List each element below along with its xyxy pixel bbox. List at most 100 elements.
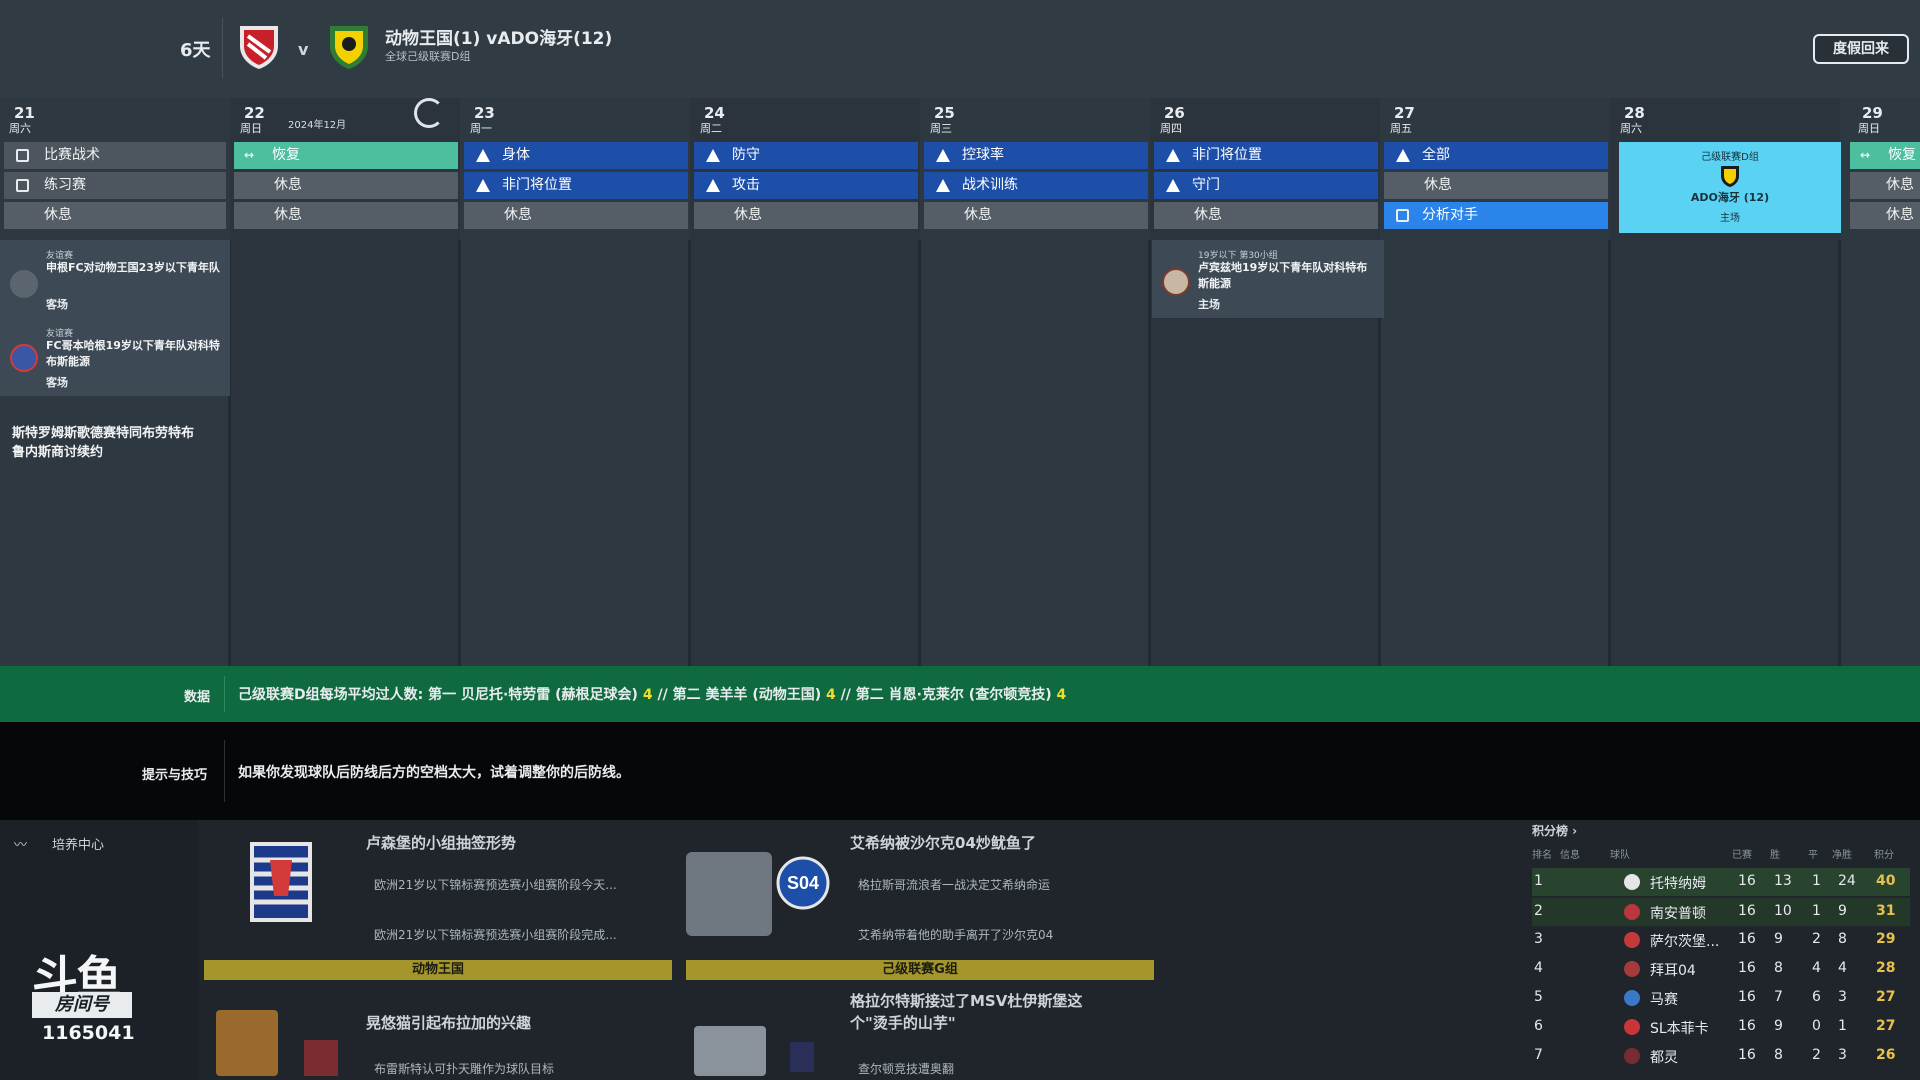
versus-label: v: [298, 40, 309, 59]
standings-title-link[interactable]: 积分榜 ›: [1532, 822, 1577, 839]
standings-row[interactable]: 7 都灵 16 8 2 3 26: [1532, 1042, 1910, 1070]
rank: 6: [1534, 1018, 1543, 1034]
manager-photo[interactable]: [694, 1026, 766, 1076]
youth-match-event[interactable]: 19岁以下 第30小组 卢宾兹地19岁以下青年队对科特布斯能源 主场: [1152, 248, 1382, 318]
news-item[interactable]: 格拉斯哥流浪者一战决定艾希纳命运: [858, 876, 1050, 893]
manager-photo[interactable]: [686, 852, 772, 936]
rank: 4: [1534, 960, 1543, 976]
session-slot[interactable]: 休息: [4, 202, 226, 229]
rank: 5: [1534, 989, 1543, 1005]
braga-crest-icon[interactable]: [304, 1040, 338, 1076]
session-slot[interactable]: 战术训练: [924, 172, 1148, 199]
player-icon: [1396, 149, 1410, 162]
away-team-crest-icon[interactable]: [326, 22, 372, 70]
session-slot[interactable]: 守门: [1154, 172, 1378, 199]
goal-difference: 3: [1838, 989, 1847, 1005]
home-team-crest-icon[interactable]: [236, 22, 282, 70]
session-label: 身体: [502, 147, 530, 163]
session-label: 比赛战术: [44, 147, 100, 163]
news-item[interactable]: 查尔顿竞技遭奥翻: [858, 1060, 954, 1077]
column-separator: [688, 240, 691, 666]
session-slot[interactable]: 全部: [1384, 142, 1608, 169]
played: 16: [1738, 989, 1756, 1005]
standings-row[interactable]: 2 南安普顿 16 10 1 9 31: [1532, 898, 1910, 926]
news-headline[interactable]: 卢森堡的小组抽签形势: [366, 832, 516, 853]
session-label: 防守: [732, 147, 760, 163]
news-item[interactable]: 艾希纳带着他的助手离开了沙尔克04: [858, 926, 1053, 943]
session-slot[interactable]: 休息: [1850, 172, 1920, 199]
league-standings: 积分榜 › 排名 信息 球队 已赛 胜 平 净胜 积分 1 托特纳姆 16 13 1 24…: [1530, 820, 1920, 1080]
session-label: 恢复: [1888, 147, 1916, 163]
draws: 2: [1812, 1047, 1821, 1063]
session-slot[interactable]: ↔ 恢复: [1850, 142, 1920, 169]
session-slot[interactable]: 攻击: [694, 172, 918, 199]
standings-row[interactable]: 5 马赛 16 7 6 3 27: [1532, 984, 1910, 1012]
club-badge-icon: [1624, 874, 1640, 890]
stats-segment: 己级联赛D组每场平均过人数: 第一 贝尼托·特劳雷 (赫根足球会): [238, 687, 643, 703]
news-item[interactable]: 欧洲21岁以下锦标赛预选赛小组赛阶段完成...: [374, 926, 617, 943]
player-photo[interactable]: [216, 1010, 278, 1076]
training-center-link[interactable]: 培养中心: [52, 834, 104, 853]
goal-difference: 8: [1838, 931, 1847, 947]
match-header: 6天 v 动物王国(1) vADO海牙(12) 全球己级联赛D组 度假回来: [0, 0, 1920, 98]
session-slot[interactable]: 分析对手: [1384, 202, 1608, 229]
club-badge-icon: [10, 270, 38, 298]
played: 16: [1738, 1047, 1756, 1063]
session-slot[interactable]: 休息: [234, 202, 458, 229]
return-from-holiday-button[interactable]: 度假回来: [1813, 34, 1909, 64]
club-crest-icon[interactable]: [790, 1042, 814, 1072]
session-slot[interactable]: 练习赛: [4, 172, 226, 199]
news-headline[interactable]: 格拉尔特斯接过了MSV杜伊斯堡这个"烫手的山芋": [850, 990, 1120, 1034]
session-label: 休息: [964, 207, 992, 223]
session-slot[interactable]: 非门将位置: [1154, 142, 1378, 169]
session-slot[interactable]: 防守: [694, 142, 918, 169]
session-slot[interactable]: 休息: [1154, 202, 1378, 229]
recovery-arrows-icon: ↔: [1860, 148, 1871, 162]
left-panel: 〰 培养中心 斗鱼 房间号 1165041: [0, 820, 198, 1080]
standings-row[interactable]: 1 托特纳姆 16 13 1 24 40: [1532, 868, 1910, 896]
news-item[interactable]: 欧洲21岁以下锦标赛预选赛小组赛阶段今天...: [374, 876, 617, 893]
friendly-match-event[interactable]: 友谊赛 FC哥本哈根19岁以下青年队对科特布斯能源 客场: [0, 326, 230, 396]
team-name: SL本菲卡: [1650, 1021, 1709, 1037]
stats-text[interactable]: 己级联赛D组每场平均过人数: 第一 贝尼托·特劳雷 (赫根足球会) 4 // 第…: [238, 684, 1066, 704]
session-slot[interactable]: 非门将位置: [464, 172, 688, 199]
training-center-icon: 〰: [14, 838, 28, 853]
team-name: 拜耳04: [1650, 963, 1696, 979]
stats-value: 4: [642, 687, 653, 703]
match-competition-label: 己级联赛D组: [1701, 152, 1759, 163]
news-item[interactable]: 布雷斯特认可扑天雕作为球队目标: [374, 1060, 554, 1077]
session-slot[interactable]: 控球率: [924, 142, 1148, 169]
session-slot[interactable]: 休息: [1850, 202, 1920, 229]
weekday: 周日: [1858, 122, 1880, 135]
schalke-crest-icon[interactable]: S04: [776, 856, 830, 910]
session-slot[interactable]: 休息: [924, 202, 1148, 229]
session-slot[interactable]: 休息: [234, 172, 458, 199]
weekday: 周二: [700, 122, 722, 135]
session-label: 非门将位置: [502, 177, 572, 193]
luxembourg-crest-icon[interactable]: [248, 840, 314, 924]
session-slot[interactable]: 休息: [1384, 172, 1608, 199]
friendly-match-event[interactable]: 友谊赛 申根FC对动物王国23岁以下青年队 客场: [0, 248, 230, 318]
session-slot[interactable]: 比赛战术: [4, 142, 226, 169]
event-description: 申根FC对动物王国23岁以下青年队: [46, 261, 220, 274]
session-label: 分析对手: [1422, 207, 1478, 223]
standings-row[interactable]: 3 萨尔茨堡... 16 9 2 8 29: [1532, 926, 1910, 954]
venue-label: 主场: [1720, 213, 1740, 224]
session-slot[interactable]: 休息: [694, 202, 918, 229]
session-slot[interactable]: ↔ 恢复: [234, 142, 458, 169]
session-slot[interactable]: 休息: [464, 202, 688, 229]
standings-row[interactable]: 4 拜耳04 16 8 4 4 28: [1532, 955, 1910, 983]
column-header: 信息: [1560, 850, 1580, 861]
contract-news-note[interactable]: 斯特罗姆斯歌德赛特同布劳特布鲁内斯商讨续约: [12, 424, 202, 462]
news-headline[interactable]: 艾希纳被沙尔克04炒鱿鱼了: [850, 832, 1036, 853]
match-title[interactable]: 动物王国(1) vADO海牙(12): [385, 24, 612, 49]
standings-row[interactable]: 6 SL本菲卡 16 9 0 1 27: [1532, 1013, 1910, 1041]
news-headline[interactable]: 晃悠猫引起布拉加的兴趣: [366, 1012, 531, 1033]
points: 40: [1876, 873, 1896, 889]
session-slot[interactable]: 身体: [464, 142, 688, 169]
days-until-match: 6天: [180, 40, 211, 61]
draws: 4: [1812, 960, 1821, 976]
club-badge-icon: [1624, 904, 1640, 920]
wins: 10: [1774, 903, 1792, 919]
match-day-card[interactable]: 己级联赛D组 ADO海牙 (12) 主场: [1619, 142, 1841, 233]
